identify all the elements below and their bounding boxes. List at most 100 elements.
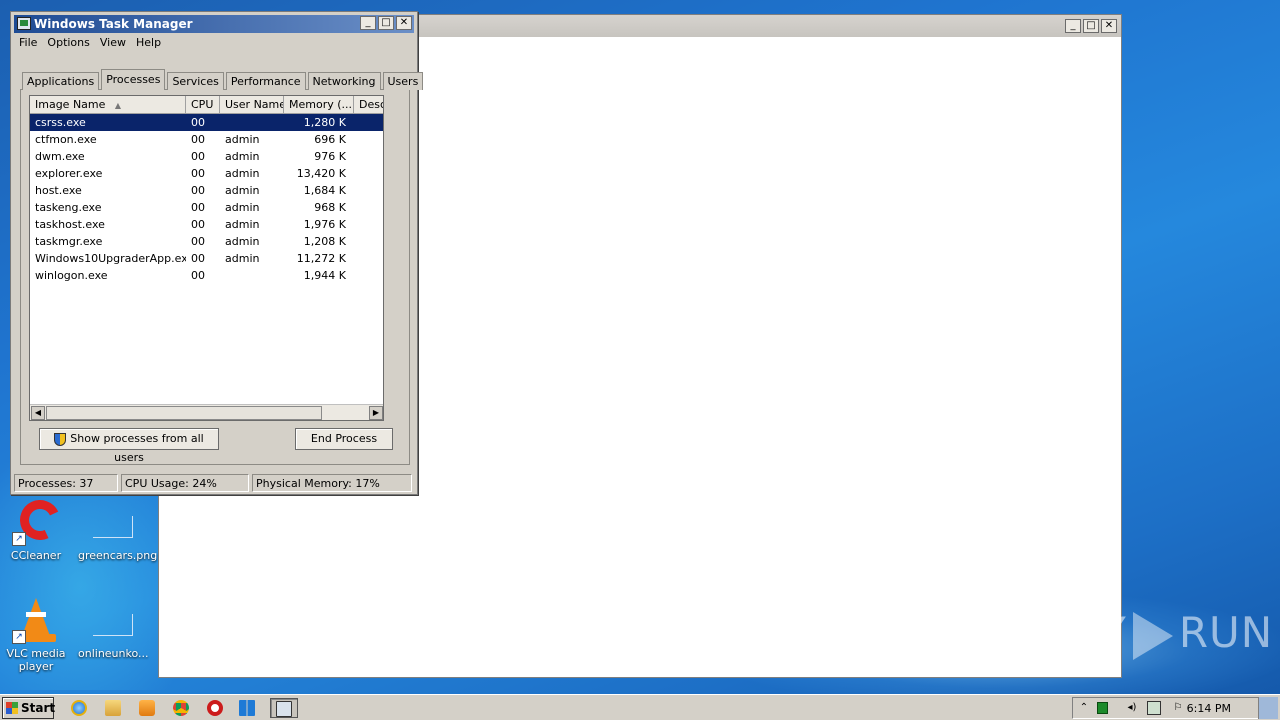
task-manager-titlebar[interactable]: Windows Task Manager _ □ ✕ [14, 15, 414, 33]
column-user-name[interactable]: User Name [220, 96, 284, 114]
process-user [220, 267, 284, 284]
uac-shield-icon [54, 432, 67, 446]
scroll-left-icon[interactable]: ◀ [31, 406, 45, 420]
opera-icon[interactable] [204, 698, 226, 718]
column-description[interactable]: Desc [354, 96, 383, 114]
process-name: host.exe [35, 184, 82, 197]
desktop-icon-ccleaner[interactable]: ↗ CCleaner [3, 494, 69, 562]
table-row[interactable]: Windows10UpgraderApp.exe 00 admin 11,272 K [30, 250, 383, 267]
table-row[interactable]: host.exe 00 admin 1,684 K [30, 182, 383, 199]
column-memory[interactable]: Memory (... [284, 96, 354, 114]
table-row[interactable]: winlogon.exe 00 1,944 K [30, 267, 383, 284]
process-user [220, 114, 284, 131]
menu-file[interactable]: File [15, 35, 41, 53]
media-player-icon[interactable] [136, 698, 158, 718]
process-memory: 968 K [314, 201, 346, 214]
network-icon[interactable] [1147, 701, 1161, 715]
scrollbar-thumb[interactable] [46, 406, 322, 420]
volume-icon[interactable]: ◂) [1125, 701, 1139, 715]
process-memory: 1,208 K [303, 235, 346, 248]
menu-bar: File Options View Help [15, 35, 167, 53]
process-memory: 1,684 K [303, 184, 346, 197]
image-file-icon [93, 516, 133, 538]
table-row[interactable]: csrss.exe 00 1,280 K [30, 114, 383, 131]
tab-processes[interactable]: Processes [101, 69, 166, 90]
file-icon [93, 614, 133, 636]
table-row[interactable]: dwm.exe 00 admin 976 K [30, 148, 383, 165]
start-button[interactable]: Start [2, 697, 55, 719]
task-manager-icon [17, 17, 31, 30]
process-memory: 11,272 K [296, 252, 346, 265]
minimize-button[interactable]: _ [360, 16, 376, 30]
action-center-flag-icon[interactable]: ⚐ [1171, 701, 1185, 715]
desktop-icon-greencars[interactable]: greencars.png [78, 498, 158, 562]
tab-performance[interactable]: Performance [225, 72, 306, 90]
desktop-icon-vlc[interactable]: ↗ VLC media player [3, 596, 69, 673]
process-name: dwm.exe [35, 150, 85, 163]
process-cpu: 00 [191, 116, 205, 129]
windows-upgrade-icon[interactable] [236, 698, 258, 718]
process-cpu: 00 [191, 184, 205, 197]
minimize-button[interactable]: _ [1065, 19, 1081, 33]
menu-view[interactable]: View [96, 35, 130, 53]
table-row[interactable]: taskmgr.exe 00 admin 1,208 K [30, 233, 383, 250]
process-memory: 1,280 K [303, 116, 346, 129]
process-user: admin [225, 184, 260, 197]
tab-networking[interactable]: Networking [307, 72, 381, 90]
process-rows: csrss.exe 00 1,280 K ctfmon.exe 00 admin 696 K… [30, 114, 383, 284]
process-list[interactable]: Image Name ▲ CPU User Name Memory (... D… [29, 95, 384, 421]
clock[interactable]: 6:14 PM [1187, 702, 1231, 715]
table-row[interactable]: explorer.exe 00 admin 13,420 K [30, 165, 383, 182]
end-process-button[interactable]: End Process [295, 428, 393, 450]
status-bar: Processes: 37 CPU Usage: 24% Physical Me… [14, 474, 416, 493]
menu-options[interactable]: Options [43, 35, 93, 53]
menu-help[interactable]: Help [132, 35, 165, 53]
desktop-icon-label: onlineunko... [78, 647, 149, 660]
column-image-name[interactable]: Image Name ▲ [30, 96, 186, 114]
table-row[interactable]: taskhost.exe 00 admin 1,976 K [30, 216, 383, 233]
process-memory: 1,944 K [303, 269, 346, 282]
horizontal-scrollbar[interactable]: ◀ ▶ [30, 404, 383, 420]
sort-ascending-icon: ▲ [114, 101, 122, 110]
desktop-icon-label: CCleaner [10, 549, 62, 562]
process-user: admin [225, 218, 260, 231]
anyrun-watermark: ANY RUN [1038, 608, 1273, 660]
column-cpu[interactable]: CPU [186, 96, 220, 114]
process-cpu: 00 [191, 235, 205, 248]
process-name: explorer.exe [35, 167, 103, 180]
show-hidden-icons-icon[interactable]: ⌃ [1077, 701, 1091, 715]
status-cpu-usage: CPU Usage: 24% [121, 474, 249, 492]
process-cpu: 00 [191, 150, 205, 163]
process-name: winlogon.exe [35, 269, 108, 282]
explorer-icon[interactable] [102, 698, 124, 718]
chrome-icon[interactable] [170, 698, 192, 718]
tab-applications[interactable]: Applications [22, 72, 100, 90]
table-row[interactable]: taskeng.exe 00 admin 968 K [30, 199, 383, 216]
shortcut-arrow-icon: ↗ [12, 630, 26, 644]
process-user: admin [225, 150, 260, 163]
desktop-icon-label: VLC media player [6, 647, 66, 673]
process-user: admin [225, 252, 260, 265]
process-cpu: 00 [191, 269, 205, 282]
task-manager-taskbar-button[interactable] [270, 698, 298, 718]
table-row[interactable]: ctfmon.exe 00 admin 696 K [30, 131, 383, 148]
ie-icon[interactable] [68, 698, 90, 718]
tab-users[interactable]: Users [382, 72, 424, 90]
maximize-button[interactable]: □ [378, 16, 394, 30]
task-manager-window[interactable]: Windows Task Manager _ □ ✕ File Options … [10, 11, 424, 495]
scroll-right-icon[interactable]: ▶ [369, 406, 383, 420]
system-tray: ⌃ ◂) ⚐ 6:14 PM [1072, 697, 1278, 719]
tab-services[interactable]: Services [167, 72, 224, 90]
watermark-right: RUN [1178, 608, 1274, 657]
close-button[interactable]: ✕ [1101, 19, 1117, 33]
process-name: taskeng.exe [35, 201, 102, 214]
desktop-icon-label: greencars.png [78, 549, 158, 562]
battery-icon[interactable] [1097, 702, 1108, 714]
show-desktop-button[interactable] [1258, 697, 1278, 719]
show-all-processes-button[interactable]: Show processes from all users [39, 428, 219, 464]
status-processes: Processes: 37 [14, 474, 118, 492]
maximize-button[interactable]: □ [1083, 19, 1099, 33]
desktop-icon-onlineunko[interactable]: onlineunko... [78, 596, 149, 660]
close-button[interactable]: ✕ [396, 16, 412, 30]
process-list-header: Image Name ▲ CPU User Name Memory (... D… [30, 96, 383, 114]
